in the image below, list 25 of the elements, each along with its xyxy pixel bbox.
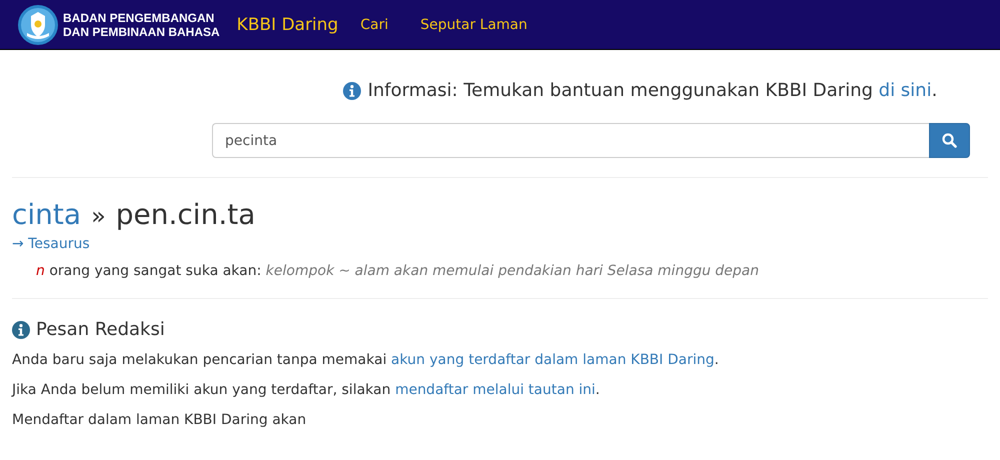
root-word-link[interactable]: cinta	[12, 198, 82, 232]
notice-paragraph: Anda baru saja melakukan pencarian tanpa memakai akun yang terdaftar dalam laman KBBI Daring.	[12, 351, 720, 370]
search-icon	[942, 133, 957, 148]
separator: »	[91, 201, 106, 232]
nav-link[interactable]: Cari	[360, 16, 388, 32]
nav-link[interactable]: Seputar Laman	[420, 16, 528, 32]
notice-paragraph: Mendaftar dalam laman KBBI Daring akan	[12, 411, 308, 430]
help-link[interactable]: di sini	[878, 80, 932, 101]
notice-title: Pesan Redaksi	[36, 319, 165, 340]
notice-link[interactable]: akun yang terdaftar dalam laman KBBI Daring	[391, 352, 714, 368]
info-message: Informasi: Temukan bantuan menggunakan KBBI Daring di sini.	[368, 80, 938, 101]
search-field[interactable]: pecinta	[212, 123, 929, 158]
info-icon	[342, 82, 361, 100]
logo-icon	[18, 4, 58, 44]
example-text: kelompok ~ alam akan memulai pendakian hari Selasa minggu depan	[266, 263, 760, 279]
definition-text: orang yang sangat suka akan:	[49, 263, 262, 279]
organization-name: BADAN PENGEMBANGAN DAN PEMBINAAN BAHASA	[63, 10, 220, 38]
thesaurus-link[interactable]: → Tesaurus	[12, 236, 90, 252]
word-class: n	[36, 263, 45, 279]
search-button[interactable]	[929, 123, 970, 158]
notice-paragraph: Jika Anda belum memiliki akun yang terdaftar, silakan mendaftar melalui tautan ini.	[12, 381, 601, 400]
notice-link[interactable]: mendaftar melalui tautan ini	[395, 382, 596, 398]
info-icon	[12, 320, 30, 338]
brand-link[interactable]: KBBI Daring	[236, 14, 338, 34]
headword: pen.cin.ta	[116, 198, 256, 232]
